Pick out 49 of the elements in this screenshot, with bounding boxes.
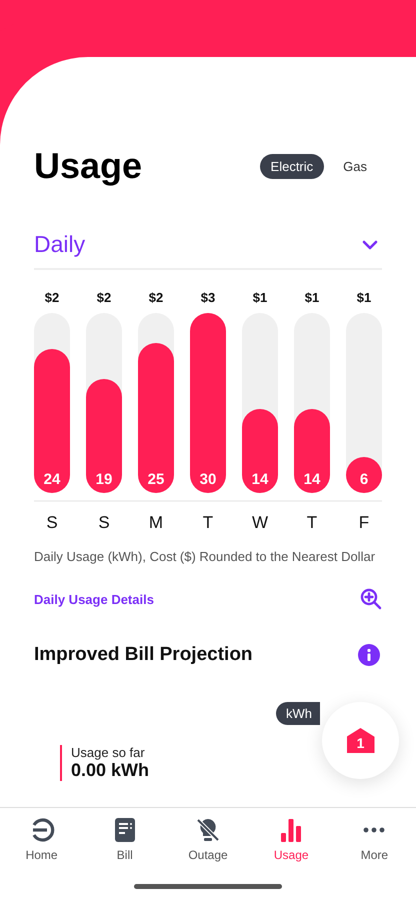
bar-value: 14 (252, 471, 268, 488)
chevron-down-icon (362, 240, 378, 250)
cost-label: $1 (252, 290, 268, 305)
usage-bar[interactable] (294, 313, 330, 493)
chart-caption: Daily Usage (kWh), Cost ($) Rounded to the Nearest Dollar (34, 549, 376, 564)
house-badge: 1 (346, 728, 374, 753)
day-label: T (306, 513, 318, 532)
bar-value: 14 (304, 471, 320, 488)
tab-bar-item[interactable]: Usage (250, 808, 333, 900)
usage-label: Usage so far (71, 745, 146, 760)
bar-value: 30 (200, 471, 216, 488)
info-icon[interactable] (358, 644, 380, 666)
details-link[interactable]: Daily Usage Details (34, 592, 154, 606)
day-label: F (358, 513, 370, 532)
cost-label: $2 (96, 290, 112, 305)
day-label: T (202, 513, 214, 532)
day-label: S (46, 513, 58, 532)
cost-label: $2 (44, 290, 60, 305)
unit-toggle[interactable]: kWh (276, 702, 320, 725)
bar-value: 6 (360, 471, 368, 488)
usage-bar[interactable] (190, 313, 226, 493)
cost-label: $1 (304, 290, 320, 305)
more-icon (363, 827, 386, 833)
day-label: S (98, 513, 110, 532)
usage-bar[interactable] (34, 313, 70, 493)
fuel-toggle-option[interactable]: Electric (260, 154, 324, 178)
cost-label: $2 (148, 290, 164, 305)
tab-bar-item[interactable]: Home (0, 808, 84, 900)
page-title: Usage (34, 145, 142, 187)
bill-icon (114, 817, 136, 843)
cost-label: $3 (200, 290, 216, 305)
usage-bar[interactable] (138, 313, 174, 493)
day-label: W (252, 513, 268, 532)
bar-value: 19 (96, 471, 112, 488)
usage-bar[interactable] (86, 313, 122, 493)
usage-bar[interactable] (242, 313, 278, 493)
period-dropdown[interactable]: Daily (34, 231, 382, 270)
usage-bar[interactable] (346, 313, 382, 493)
bar-value: 25 (148, 471, 164, 488)
section-title: Improved Bill Projection (34, 644, 253, 666)
usage-value: 0.00 kWh (71, 760, 150, 781)
bar-value: 24 (44, 471, 60, 488)
day-label: M (148, 513, 164, 532)
bulb-off-icon (195, 817, 221, 843)
fuel-toggle-option[interactable]: Gas (332, 154, 378, 178)
cost-label: $1 (356, 290, 372, 305)
zoom-in-icon[interactable] (360, 588, 382, 610)
bar-chart-icon (280, 817, 302, 843)
tab-bar-item[interactable]: More (332, 808, 416, 900)
